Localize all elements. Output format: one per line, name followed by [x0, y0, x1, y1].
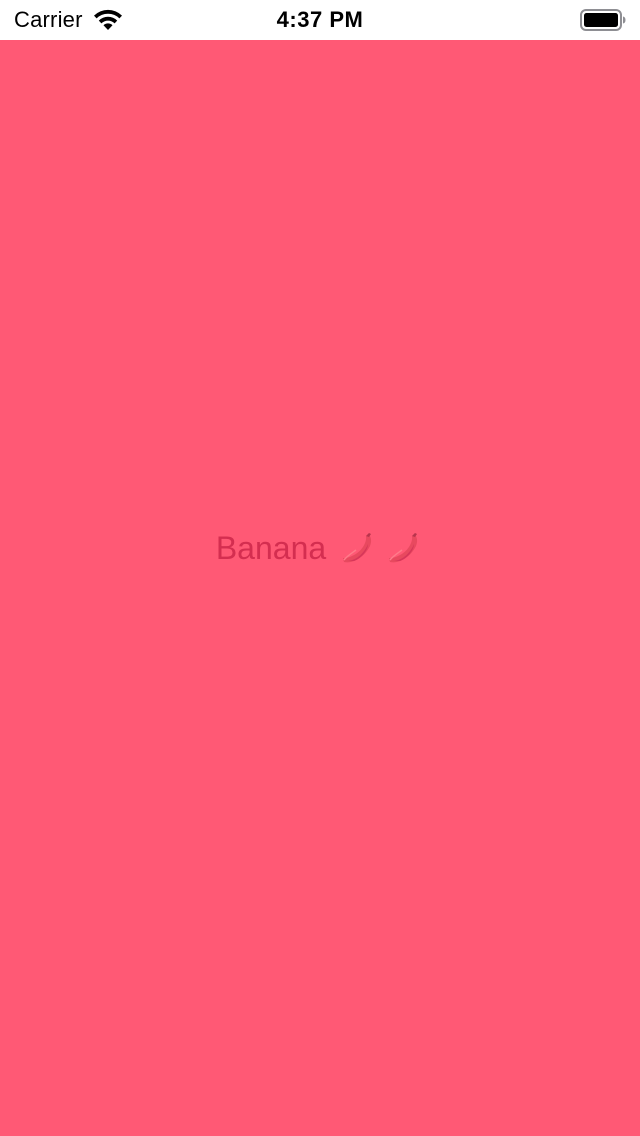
banana-label-row: Banana [0, 528, 640, 568]
banana-label-text: Banana [215, 530, 327, 566]
battery-icon [580, 9, 626, 31]
status-time: 4:37 PM [276, 7, 364, 32]
status-bar: Carrier 4:37 PM [0, 0, 640, 40]
banana-icon [343, 533, 372, 563]
banana-icon [389, 533, 418, 563]
main-content [0, 40, 640, 1136]
banana-emoji-group [338, 528, 424, 568]
